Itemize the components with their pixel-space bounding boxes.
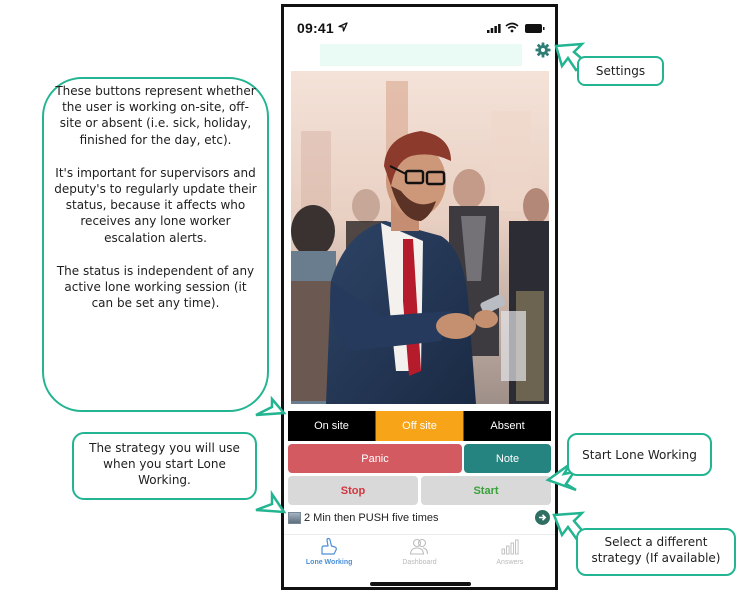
strategy-label: 2 Min then PUSH five times: [304, 512, 439, 524]
tab-bar: Lone Working Dashboard Answers: [284, 537, 555, 572]
callout-text: Select a different strategy (If availabl…: [591, 535, 721, 566]
strategy-icon: [288, 512, 301, 524]
callout-select-strategy: Select a different strategy (If availabl…: [576, 528, 736, 576]
tab-lone-working[interactable]: Lone Working: [284, 537, 374, 572]
tab-answers[interactable]: Answers: [465, 537, 555, 572]
stop-button[interactable]: Stop: [288, 476, 418, 505]
header-banner: [320, 44, 522, 66]
tab-label: Dashboard: [402, 559, 437, 566]
callout-settings: Settings: [577, 56, 664, 86]
status-bar: 09:41: [284, 7, 555, 39]
tab-label: Lone Working: [305, 559, 353, 566]
clock: 09:41: [297, 20, 334, 36]
status-on-site-button[interactable]: On site: [288, 411, 376, 441]
callout-pointer-status: [255, 395, 287, 417]
battery-icon: [525, 24, 545, 33]
status-segment: On site Off site Absent: [288, 411, 551, 441]
start-button[interactable]: Start: [421, 476, 551, 505]
tabbar-divider: [284, 534, 555, 535]
callout-status-explanation: These buttons represent whether the user…: [42, 77, 269, 412]
callout-start-lone-working: Start Lone Working: [567, 433, 712, 476]
callout-paragraph: It's important for supervisors and deput…: [54, 165, 257, 245]
panic-button[interactable]: Panic: [288, 444, 462, 473]
signal-icon: [487, 24, 501, 33]
gear-icon[interactable]: [535, 42, 551, 58]
hero-photo: [291, 71, 549, 404]
users-icon: [410, 538, 429, 555]
location-arrow-icon: [338, 22, 348, 32]
status-absent-button[interactable]: Absent: [464, 411, 551, 441]
status-off-site-button[interactable]: Off site: [376, 411, 464, 441]
note-button[interactable]: Note: [464, 444, 551, 473]
home-indicator[interactable]: [370, 582, 471, 586]
strategy-row: 2 Min then PUSH five times: [288, 507, 551, 529]
callout-text: The strategy you will use when you start…: [89, 441, 240, 488]
callout-strategy: The strategy you will use when you start…: [72, 432, 257, 500]
arrow-right-circle-icon[interactable]: [535, 510, 550, 525]
tab-dashboard[interactable]: Dashboard: [374, 537, 464, 572]
hand-tap-icon: [321, 537, 338, 555]
phone-screen: 09:41 On site Off site Absent Panic Note…: [281, 4, 558, 590]
callout-text: Settings: [595, 64, 646, 78]
callout-pointer-strategy: [255, 489, 287, 514]
bar-chart-icon: [501, 539, 519, 555]
callout-text: Start Lone Working: [582, 447, 697, 462]
wifi-icon: [505, 22, 519, 33]
callout-paragraph: The status is independent of any active …: [56, 263, 255, 311]
tab-label: Answers: [496, 559, 524, 566]
callout-paragraph: These buttons represent whether the user…: [55, 84, 256, 147]
